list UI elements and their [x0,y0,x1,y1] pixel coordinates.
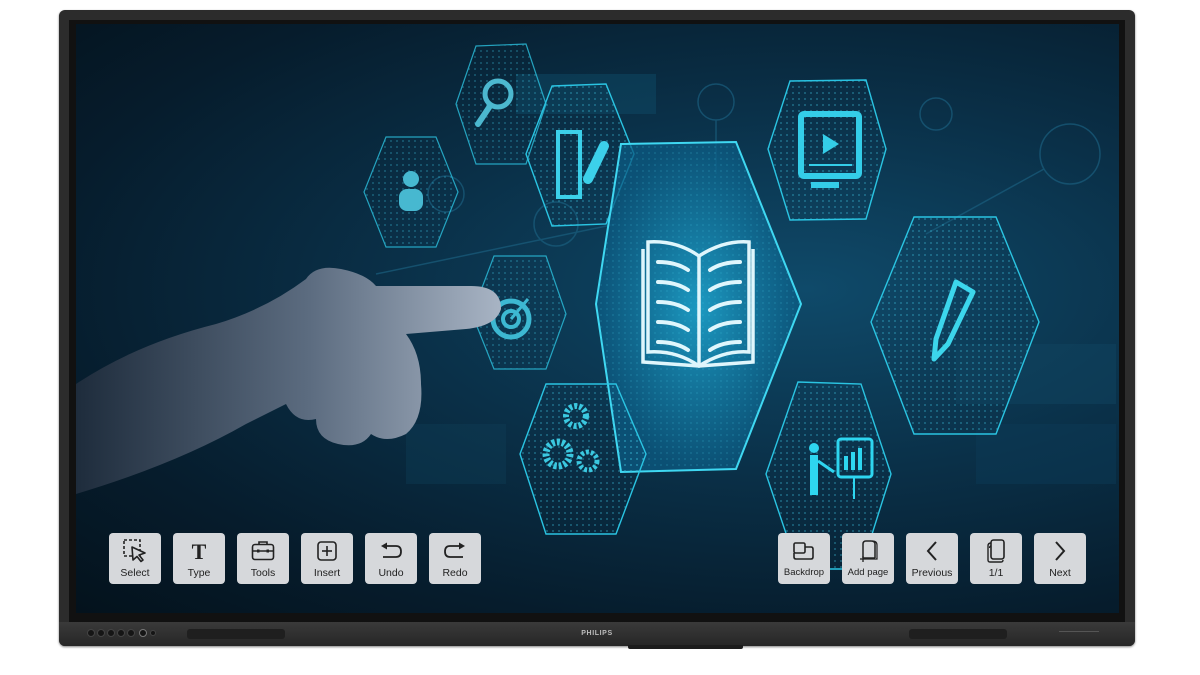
add-page-label: Add page [847,567,889,578]
backdrop-label: Backdrop [783,567,825,578]
backdrop-icon [791,538,817,564]
insert-button[interactable]: Insert [301,533,353,584]
display-chin: PHILIPS [59,622,1135,646]
redo-label: Redo [442,567,468,579]
wallpaper [76,43,1116,570]
hex-user [363,136,459,248]
type-button[interactable]: T Type [173,533,225,584]
redo-button[interactable]: Redo [429,533,481,584]
add-page-button[interactable]: Add page [842,533,894,584]
tools-label: Tools [250,567,276,579]
display-stand [628,645,743,649]
undo-icon [378,538,404,564]
backdrop-button[interactable]: Backdrop [778,533,830,584]
redo-icon [442,538,468,564]
toolbox-icon [250,538,276,564]
insert-plus-icon [314,538,340,564]
bg-block [406,424,506,484]
svg-text:T: T [192,539,207,564]
previous-label: Previous [911,567,953,579]
speaker-right [909,629,1007,639]
hex-video [767,79,887,221]
page-indicator-button[interactable]: 1/1 [970,533,1022,584]
type-label: Type [187,567,211,579]
front-ports [1059,631,1099,637]
insert-label: Insert [313,567,341,579]
screen: Select T Type Tools Insert Undo Redo Bac… [76,24,1119,613]
undo-label: Undo [378,567,404,579]
next-button[interactable]: Next [1034,533,1086,584]
next-label: Next [1049,567,1071,579]
previous-button[interactable]: Previous [906,533,958,584]
chevron-right-icon [1047,538,1073,564]
select-icon [122,538,148,564]
text-icon: T [186,538,212,564]
page-indicator-label: 1/1 [988,567,1004,579]
undo-button[interactable]: Undo [365,533,417,584]
select-label: Select [120,567,150,579]
select-button[interactable]: Select [109,533,161,584]
pages-icon [983,538,1009,564]
chevron-left-icon [919,538,945,564]
add-page-icon [855,538,881,564]
tools-button[interactable]: Tools [237,533,289,584]
